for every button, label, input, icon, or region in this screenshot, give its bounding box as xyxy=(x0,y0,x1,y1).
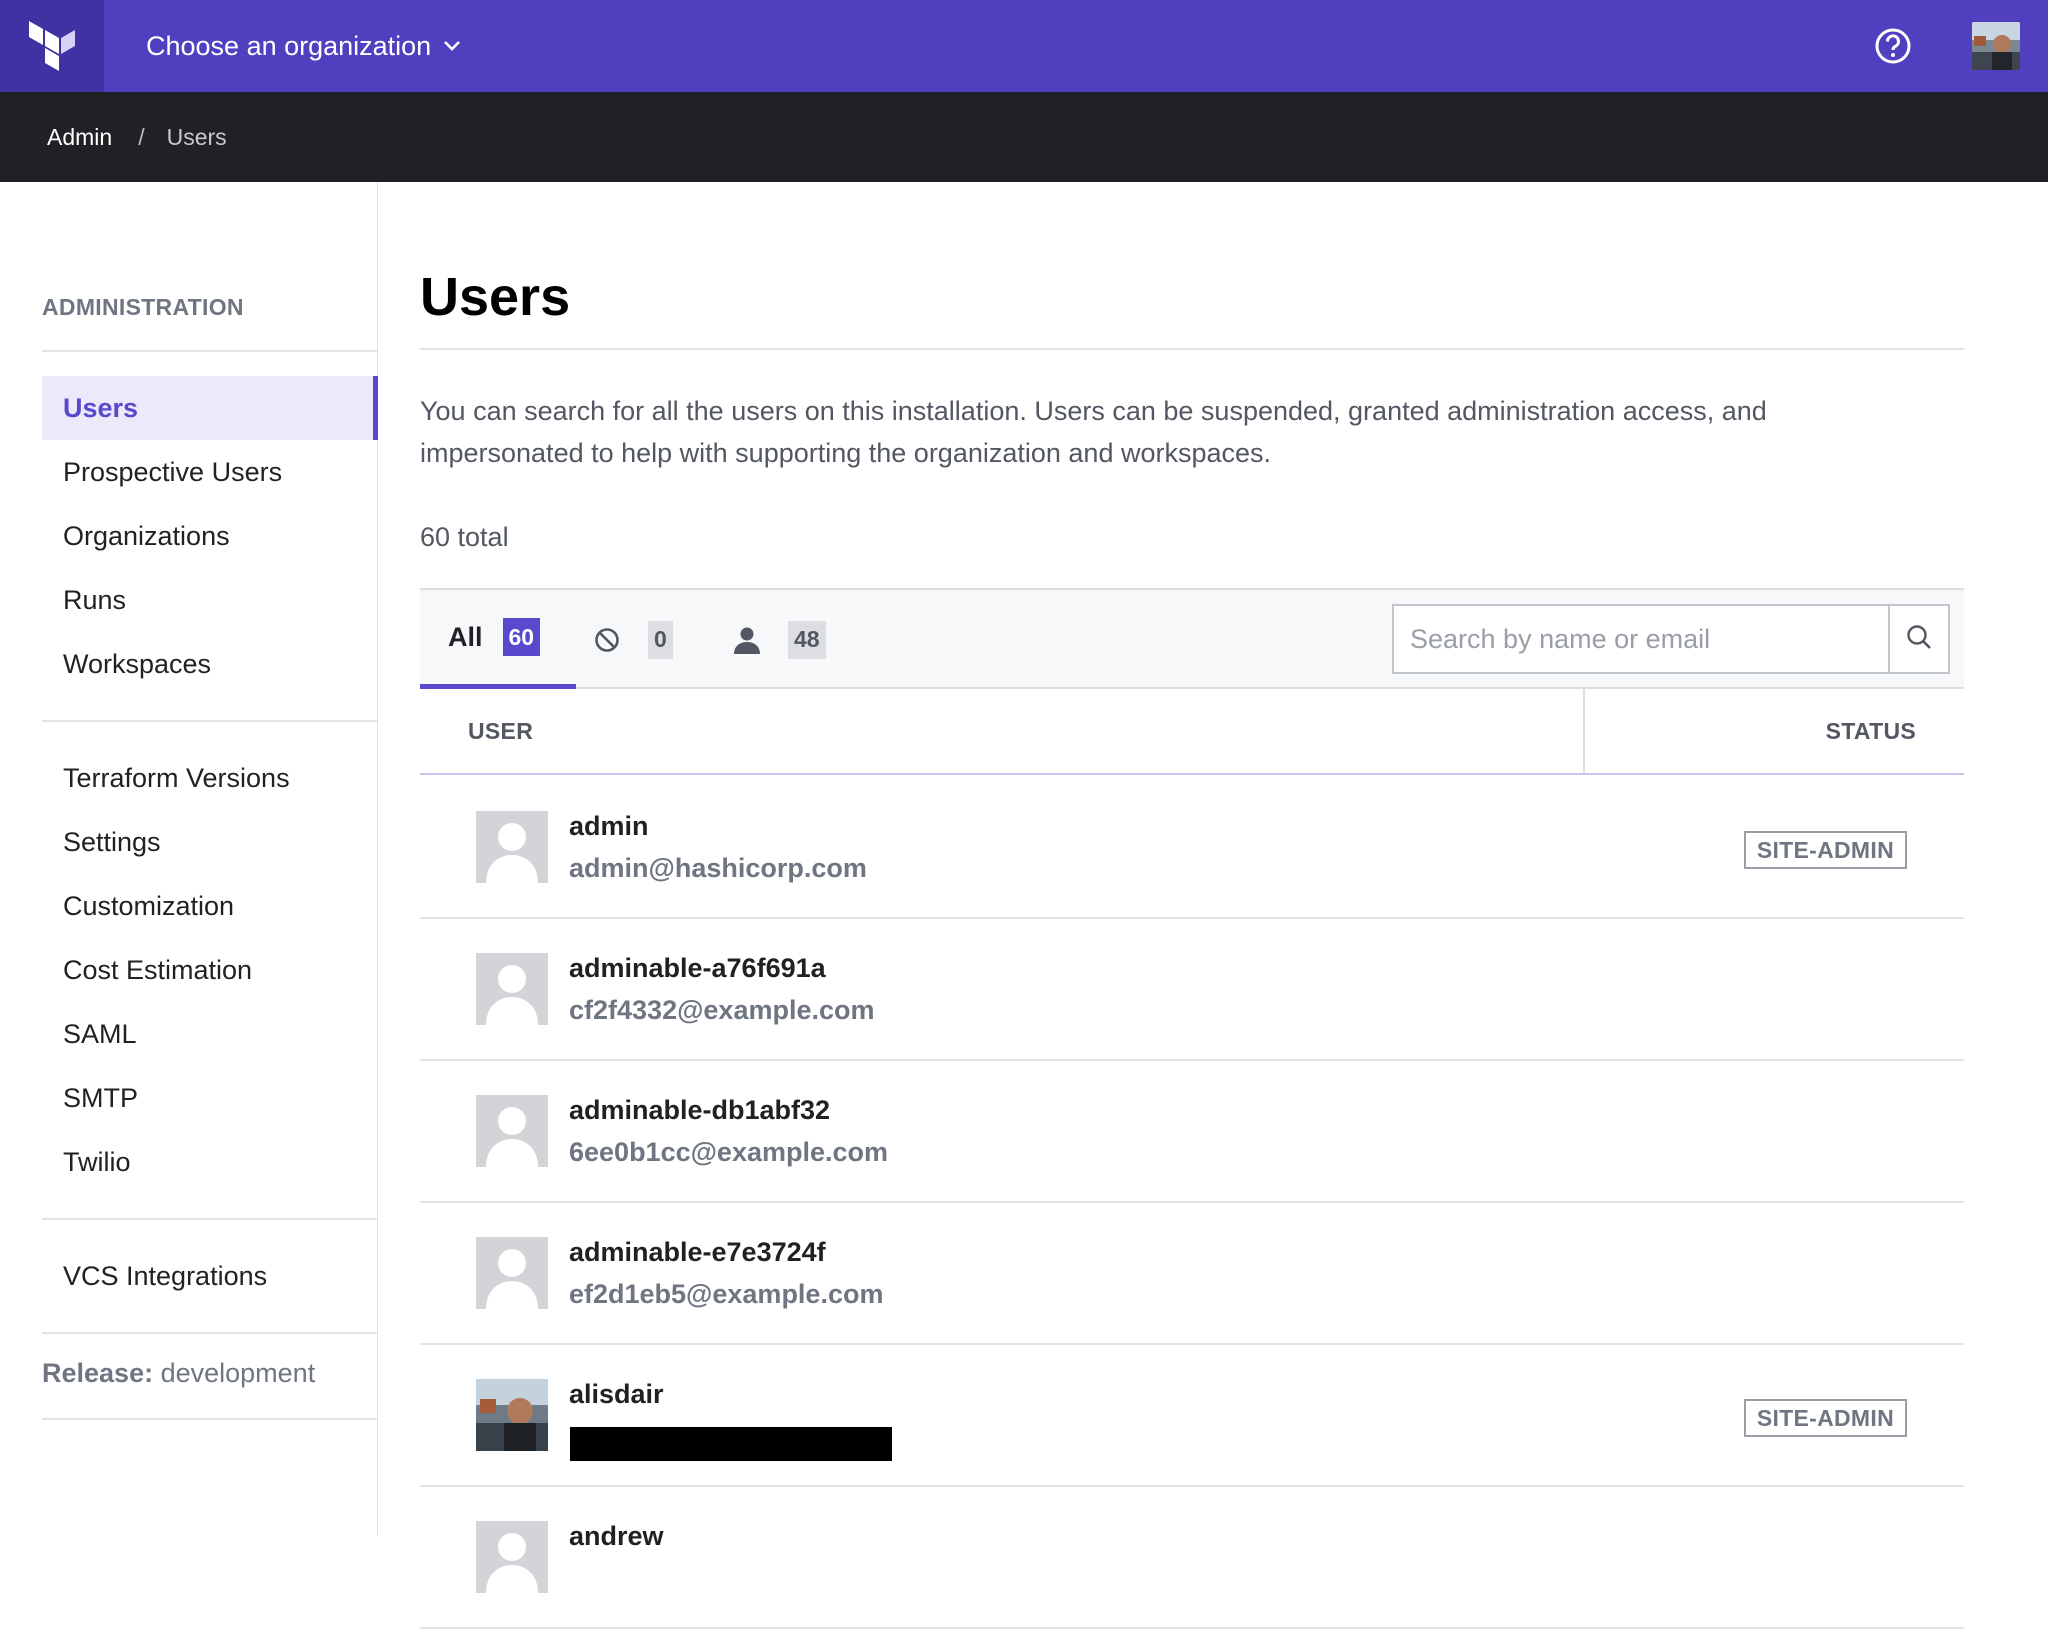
column-divider xyxy=(1583,689,1585,773)
status-badge: SITE-ADMIN xyxy=(1743,1399,1907,1437)
page-title: Users xyxy=(420,267,571,327)
table-row[interactable]: adminable-a76f691a cf2f4332@example.com xyxy=(420,919,1964,1061)
search-button[interactable] xyxy=(1888,606,1948,672)
table-row[interactable]: adminable-db1abf32 6ee0b1cc@example.com xyxy=(420,1061,1964,1203)
release-label: Release: xyxy=(42,1358,154,1388)
sidebar-item-organizations[interactable]: Organizations xyxy=(42,504,378,568)
default-avatar-icon xyxy=(476,1521,548,1593)
user-email: cf2f4332@example.com xyxy=(569,995,875,1025)
sidebar-item-prospective-users[interactable]: Prospective Users xyxy=(42,440,378,504)
sidebar-item-vcs-integrations[interactable]: VCS Integrations xyxy=(42,1244,378,1308)
table-row[interactable]: andrew xyxy=(420,1487,1964,1629)
user-name: andrew xyxy=(569,1521,664,1551)
suspended-count-badge: 0 xyxy=(648,620,673,659)
tab-suspended-users[interactable]: 0 xyxy=(592,590,673,689)
user-name: adminable-a76f691a xyxy=(569,953,826,983)
default-avatar-icon xyxy=(476,953,548,1025)
user-name: admin xyxy=(569,811,649,841)
sidebar-divider xyxy=(42,720,378,722)
status-badge: SITE-ADMIN xyxy=(1743,831,1907,869)
active-count-badge: 48 xyxy=(788,620,826,659)
breadcrumb: Admin / Users xyxy=(0,92,2048,182)
column-header-status: STATUS xyxy=(1825,717,1916,744)
search-icon xyxy=(1905,623,1933,656)
breadcrumb-admin-link[interactable]: Admin xyxy=(47,124,112,151)
user-name: alisdair xyxy=(569,1379,664,1409)
title-divider xyxy=(420,348,1964,350)
sidebar-item-saml[interactable]: SAML xyxy=(42,1002,378,1066)
tab-all-users[interactable]: All 60 xyxy=(420,590,576,689)
top-navigation-bar: Choose an organization xyxy=(0,0,2048,92)
search-input[interactable] xyxy=(1394,606,1888,672)
release-value: development xyxy=(160,1358,316,1388)
sidebar-item-users[interactable]: Users xyxy=(42,376,378,440)
sidebar-item-smtp[interactable]: SMTP xyxy=(42,1066,378,1130)
user-email: 6ee0b1cc@example.com xyxy=(569,1137,889,1167)
breadcrumb-separator: / xyxy=(138,123,145,150)
all-count-badge: 60 xyxy=(502,618,541,656)
sidebar-heading: ADMINISTRATION xyxy=(42,294,244,320)
sidebar-item-cost-estimation[interactable]: Cost Estimation xyxy=(42,938,378,1002)
sidebar-item-runs[interactable]: Runs xyxy=(42,568,378,632)
user-filter-bar: All 60 0 48 xyxy=(420,588,1964,689)
default-avatar-icon xyxy=(476,1237,548,1309)
users-total-count: 60 total xyxy=(420,522,509,552)
default-avatar-icon xyxy=(476,1095,548,1167)
sidebar-divider xyxy=(42,1332,378,1334)
admin-sidebar: ADMINISTRATION Users Prospective Users O… xyxy=(0,182,378,1536)
sidebar-divider xyxy=(42,350,378,352)
redacted-email xyxy=(570,1427,892,1461)
user-name: adminable-db1abf32 xyxy=(569,1095,831,1125)
help-circle-icon[interactable] xyxy=(1874,27,1912,65)
sidebar-item-twilio[interactable]: Twilio xyxy=(42,1130,378,1194)
tab-all-label: All xyxy=(448,621,483,652)
page-description: You can search for all the users on this… xyxy=(420,396,1767,468)
organization-switcher[interactable]: Choose an organization xyxy=(146,31,461,62)
user-email: ef2d1eb5@example.com xyxy=(569,1279,884,1309)
table-row[interactable]: alisdair SITE-ADMIN xyxy=(420,1345,1964,1487)
terraform-logo-icon[interactable] xyxy=(0,0,104,92)
table-row[interactable]: adminable-e7e3724f ef2d1eb5@example.com xyxy=(420,1203,1964,1345)
breadcrumb-current-page: Users xyxy=(166,123,227,150)
sidebar-divider xyxy=(42,1218,378,1220)
user-photo-avatar xyxy=(476,1379,548,1451)
sidebar-item-customization[interactable]: Customization xyxy=(42,874,378,938)
sidebar-item-terraform-versions[interactable]: Terraform Versions xyxy=(42,746,378,810)
release-info: Release: development xyxy=(42,1358,315,1389)
sidebar-divider xyxy=(42,1418,378,1420)
user-avatar[interactable] xyxy=(1972,22,2020,70)
default-avatar-icon xyxy=(476,811,548,883)
sidebar-item-settings[interactable]: Settings xyxy=(42,810,378,874)
table-row[interactable]: admin admin@hashicorp.com SITE-ADMIN xyxy=(420,777,1964,919)
user-name: adminable-e7e3724f xyxy=(569,1237,826,1267)
user-search xyxy=(1392,604,1950,674)
ban-icon xyxy=(592,625,622,655)
organization-switcher-label: Choose an organization xyxy=(146,30,432,61)
tab-active-users[interactable]: 48 xyxy=(732,590,826,689)
user-icon xyxy=(732,625,762,655)
column-header-user: USER xyxy=(468,717,534,744)
user-email: admin@hashicorp.com xyxy=(569,853,867,883)
sidebar-item-workspaces[interactable]: Workspaces xyxy=(42,632,378,696)
users-table-header: USER STATUS xyxy=(420,689,1964,775)
chevron-down-icon xyxy=(443,40,461,52)
